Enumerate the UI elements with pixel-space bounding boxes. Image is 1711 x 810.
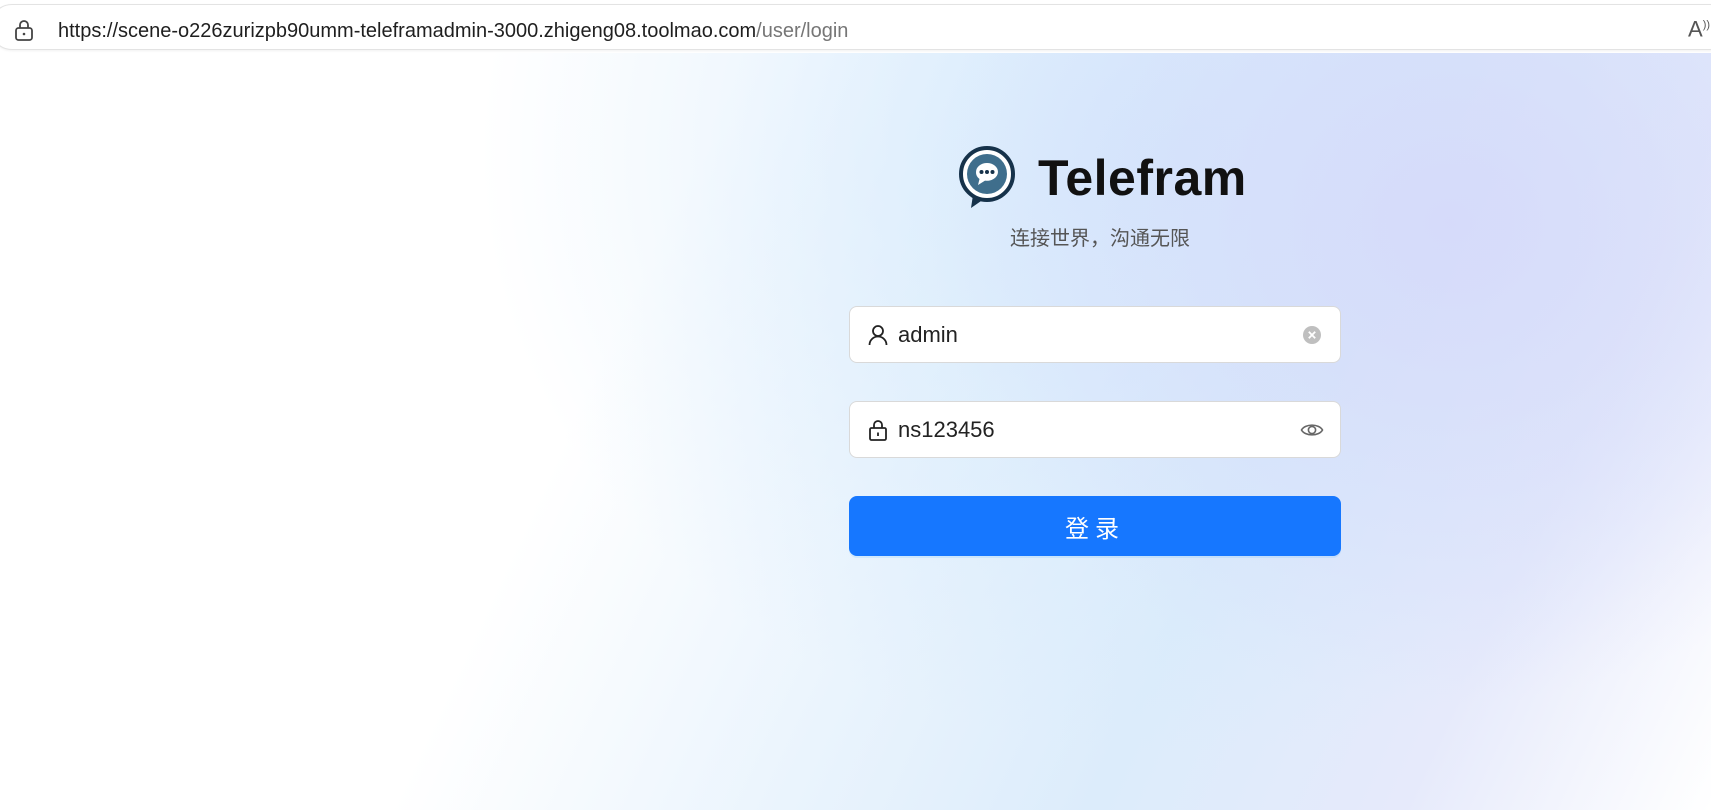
url-bar[interactable]: https://scene-o226zurizpb90umm-teleframa… [0, 4, 1711, 50]
read-aloud-label: A [1688, 16, 1703, 42]
password-field[interactable] [849, 401, 1341, 458]
clear-icon[interactable] [1300, 323, 1324, 347]
site-lock-icon[interactable] [13, 18, 35, 42]
login-page: Telefram 连接世界，沟通无限 登录 [0, 53, 1711, 810]
brand-header: Telefram [958, 143, 1247, 213]
username-field[interactable] [849, 306, 1341, 363]
url-main: https://scene-o226zurizpb90umm-teleframa… [58, 20, 757, 42]
tagline: 连接世界，沟通无限 [1010, 226, 1190, 250]
password-input[interactable] [898, 409, 1300, 450]
url-path: /user/login [756, 20, 849, 42]
url-text[interactable]: https://scene-o226zurizpb90umm-teleframa… [58, 18, 848, 44]
login-button[interactable]: 登录 [849, 496, 1341, 556]
user-icon [868, 324, 888, 345]
read-aloud-icon[interactable]: A)) [1688, 12, 1711, 42]
chat-bubble-icon [959, 146, 1015, 208]
username-input[interactable] [898, 314, 1300, 355]
lock-icon [869, 419, 887, 441]
app-title: Telefram [1038, 150, 1247, 206]
eye-icon[interactable] [1300, 418, 1324, 442]
browser-address-bar: https://scene-o226zurizpb90umm-teleframa… [0, 0, 1711, 53]
